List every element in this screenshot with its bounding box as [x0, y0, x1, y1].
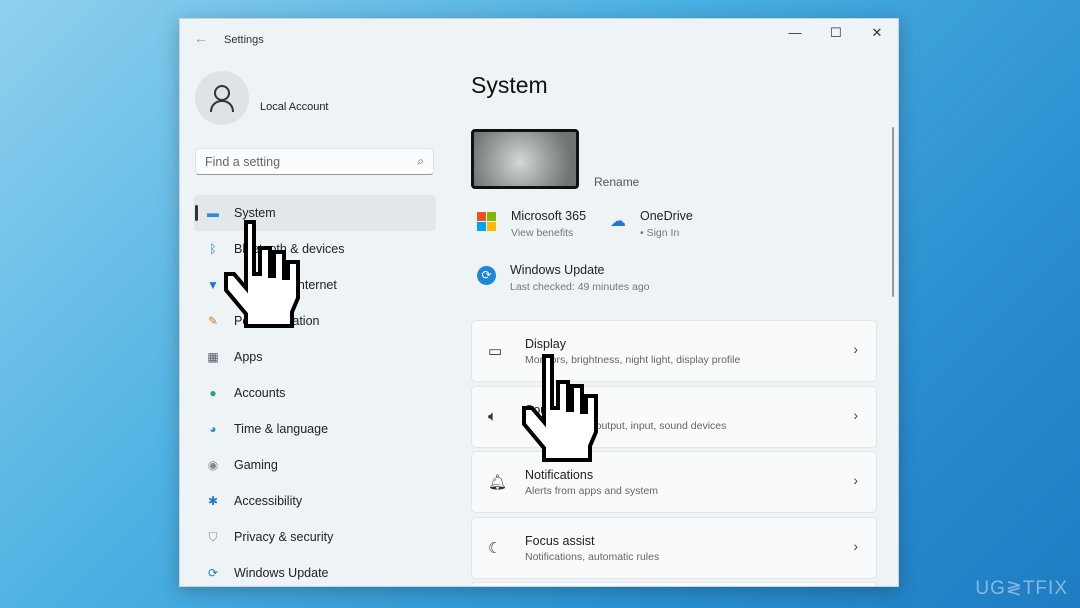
- sidebar-item-label: Accessibility: [234, 494, 303, 508]
- bluetooth-icon: ᛒ: [209, 242, 217, 256]
- minimize-button[interactable]: —: [780, 25, 810, 40]
- chevron-right-icon: ›: [853, 407, 858, 423]
- card-title: Display: [525, 337, 566, 351]
- quick-title: Windows Update: [510, 263, 605, 277]
- page-title: System: [471, 72, 548, 98]
- card-sub: Notifications, automatic rules: [525, 551, 660, 563]
- sidebar-item-gaming[interactable]: ◉ Gaming: [194, 447, 436, 483]
- cloud-icon: ☁: [610, 213, 626, 230]
- watermark-logo: UG≷TFIX: [975, 578, 1068, 599]
- search-placeholder: Find a setting: [205, 155, 281, 169]
- chevron-right-icon: ›: [853, 341, 858, 357]
- next-card[interactable]: [471, 582, 877, 586]
- sidebar-item-label: Accounts: [234, 386, 286, 400]
- windows-update-link[interactable]: ⟳ Windows Update Last checked: 49 minutes…: [477, 263, 650, 293]
- card-sub: Alerts from apps and system: [525, 485, 659, 497]
- wifi-icon: ▼: [207, 278, 219, 292]
- hand-cursor-icon: [522, 354, 598, 462]
- quick-sub: View benefits: [511, 227, 574, 239]
- chevron-right-icon: ›: [853, 538, 858, 554]
- shield-icon: ⛉: [208, 529, 218, 544]
- person-icon: ●: [209, 386, 217, 400]
- moon-icon: ☾: [488, 540, 502, 557]
- sidebar-item-apps[interactable]: ▦ Apps: [194, 339, 436, 375]
- sidebar-item-label: Apps: [234, 350, 263, 364]
- sidebar-item-label: Time & language: [234, 422, 329, 436]
- brush-icon: ✎: [207, 314, 219, 328]
- quick-sub: • Sign In: [640, 227, 680, 239]
- sidebar-item-privacy[interactable]: ⛉ Privacy & security: [194, 519, 436, 555]
- scrollbar[interactable]: [892, 127, 894, 297]
- hand-cursor-icon: [224, 220, 300, 328]
- rename-link[interactable]: Rename: [594, 175, 639, 189]
- update-icon: ⟳: [207, 566, 219, 580]
- search-input[interactable]: Find a setting ⌕: [195, 148, 434, 175]
- back-arrow-icon[interactable]: ←: [194, 30, 208, 46]
- quick-sub: Last checked: 49 minutes ago: [510, 281, 650, 293]
- globe-icon: ◕: [209, 422, 217, 436]
- title-bar: ← Settings — ☐ ✕: [180, 19, 898, 59]
- search-icon: ⌕: [417, 154, 424, 168]
- sidebar-item-label: Gaming: [234, 458, 278, 472]
- microsoft-365-link[interactable]: Microsoft 365 View benefits: [477, 209, 586, 239]
- sidebar-item-accessibility[interactable]: ✱ Accessibility: [194, 483, 436, 519]
- accessibility-icon: ✱: [207, 494, 219, 508]
- card-title: Focus assist: [525, 534, 595, 548]
- update-icon: ⟳: [477, 266, 496, 285]
- apps-icon: ▦: [207, 350, 219, 364]
- bell-icon: 🔔︎: [488, 474, 508, 491]
- card-title: Notifications: [525, 468, 594, 482]
- gamepad-icon: ◉: [207, 458, 219, 472]
- account-name: Local Account: [260, 101, 329, 113]
- close-button[interactable]: ✕: [862, 25, 892, 41]
- sidebar-item-time-language[interactable]: ◕ Time & language: [194, 411, 436, 447]
- desktop-thumbnail: [471, 129, 579, 189]
- sidebar-item-windows-update[interactable]: ⟳ Windows Update: [194, 555, 436, 586]
- sidebar-item-accounts[interactable]: ● Accounts: [194, 375, 436, 411]
- chevron-right-icon: ›: [853, 472, 858, 488]
- sidebar-item-label: Privacy & security: [234, 530, 334, 544]
- person-icon: [210, 85, 234, 113]
- maximize-button[interactable]: ☐: [821, 25, 851, 41]
- focus-assist-card[interactable]: ☾ Focus assist Notifications, automatic ru…: [471, 517, 877, 579]
- onedrive-link[interactable]: ☁ OneDrive • Sign In: [610, 209, 693, 239]
- avatar[interactable]: [195, 71, 249, 125]
- microsoft-logo-icon: [477, 212, 496, 231]
- laptop-icon: ▭: [488, 343, 503, 360]
- sidebar-item-label: Windows Update: [234, 566, 329, 580]
- speaker-icon: 🔈︎: [488, 408, 498, 425]
- app-title: Settings: [224, 34, 264, 46]
- quick-title: Microsoft 365: [511, 209, 587, 223]
- quick-title: OneDrive: [640, 209, 693, 223]
- monitor-icon: ▬: [207, 206, 219, 220]
